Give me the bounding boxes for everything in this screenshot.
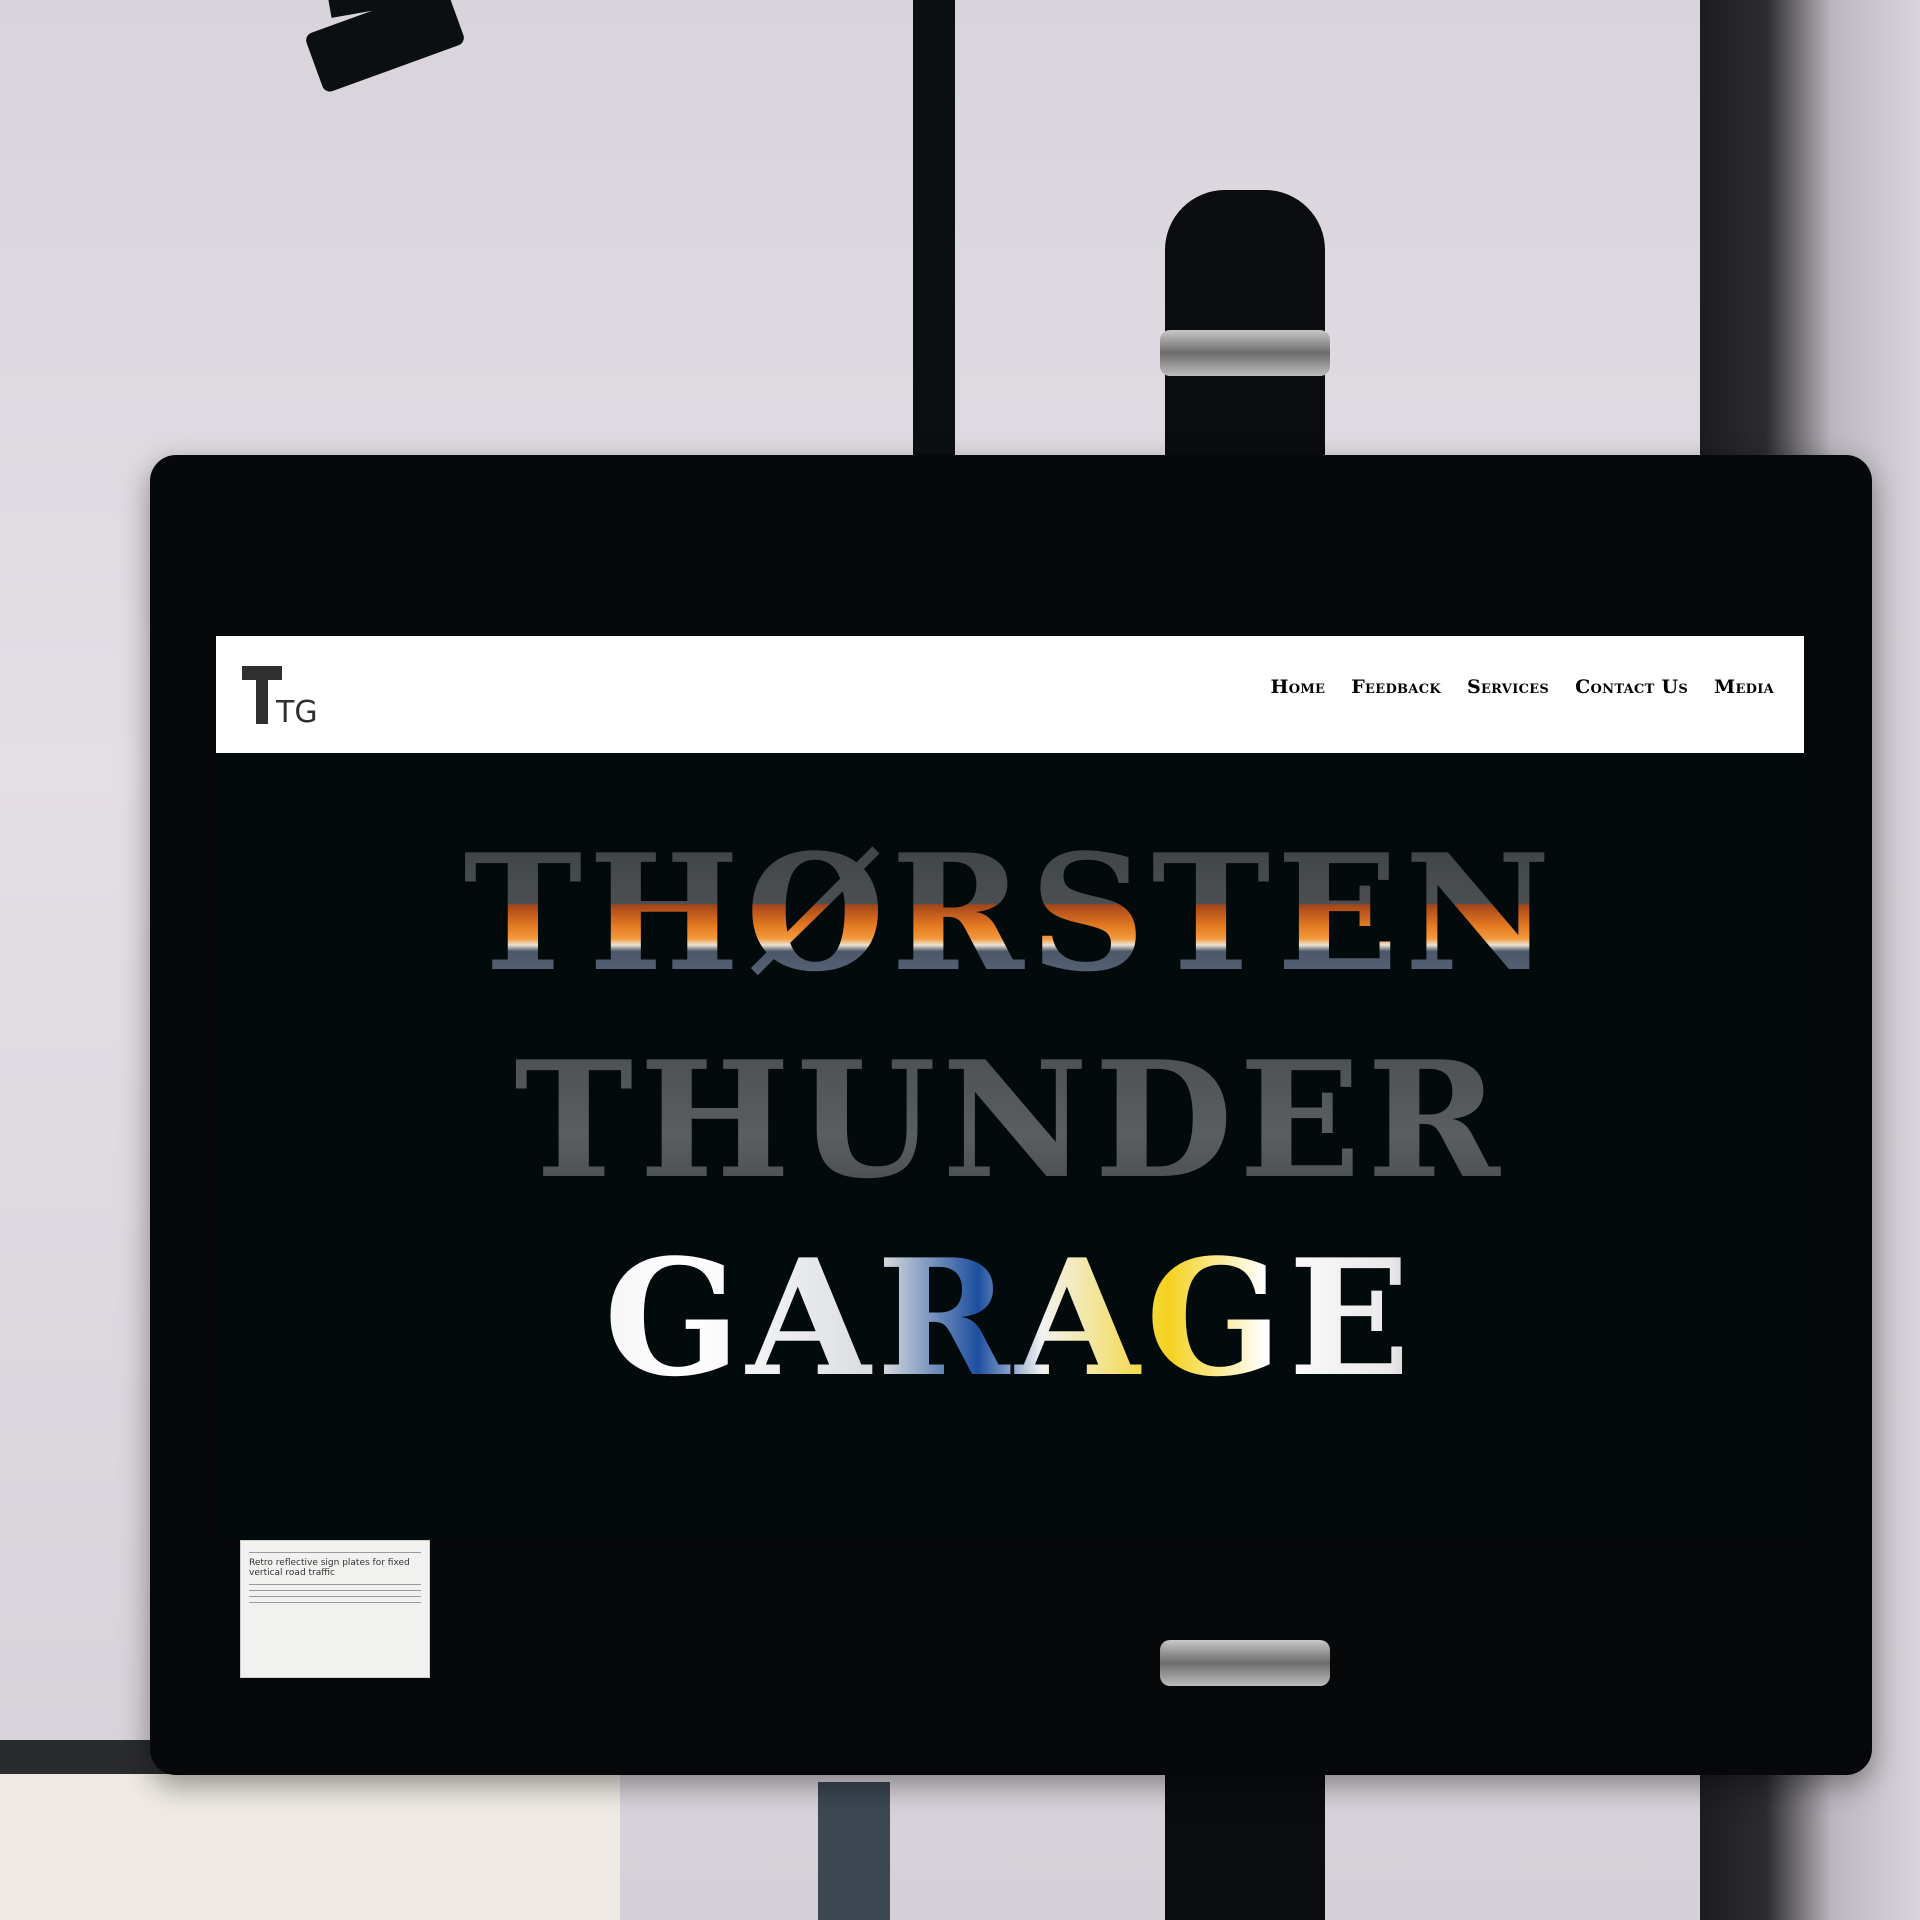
- hero-section: THØRSTEN THUNDER GARAGE: [216, 753, 1804, 1540]
- pole-clamp: [1160, 330, 1330, 376]
- nav-feedback[interactable]: Feedback: [1351, 676, 1441, 698]
- regulation-sticker: Retro reflective sign plates for fixed v…: [240, 1540, 430, 1678]
- navbar: TG Home Feedback Services Contact Us Med…: [216, 636, 1804, 753]
- hero-title-line-1: THØRSTEN: [216, 833, 1804, 993]
- billboard-scene: Retro reflective sign plates for fixed v…: [0, 0, 1920, 1920]
- street-lamp-pole: [913, 0, 955, 460]
- website-screen: TG Home Feedback Services Contact Us Med…: [216, 636, 1804, 1540]
- nav-home[interactable]: Home: [1270, 676, 1325, 698]
- logo-text: TG: [275, 695, 318, 730]
- hero-title-line-2: THUNDER: [216, 1040, 1804, 1200]
- hammer-icon: TG: [242, 666, 318, 730]
- nav-media[interactable]: Media: [1714, 676, 1774, 698]
- main-nav: Home Feedback Services Contact Us Media: [1270, 676, 1774, 698]
- pole-clamp: [1160, 1640, 1330, 1686]
- hero-title-line-3: GARAGE: [216, 1238, 1804, 1398]
- site-logo[interactable]: TG: [240, 650, 320, 730]
- sticker-text: Retro reflective sign plates for fixed v…: [249, 1558, 410, 1579]
- nav-services[interactable]: Services: [1467, 676, 1549, 698]
- street-lamp-head: [303, 0, 467, 94]
- nav-contact-us[interactable]: Contact Us: [1575, 676, 1688, 698]
- distant-tower: [818, 1782, 890, 1920]
